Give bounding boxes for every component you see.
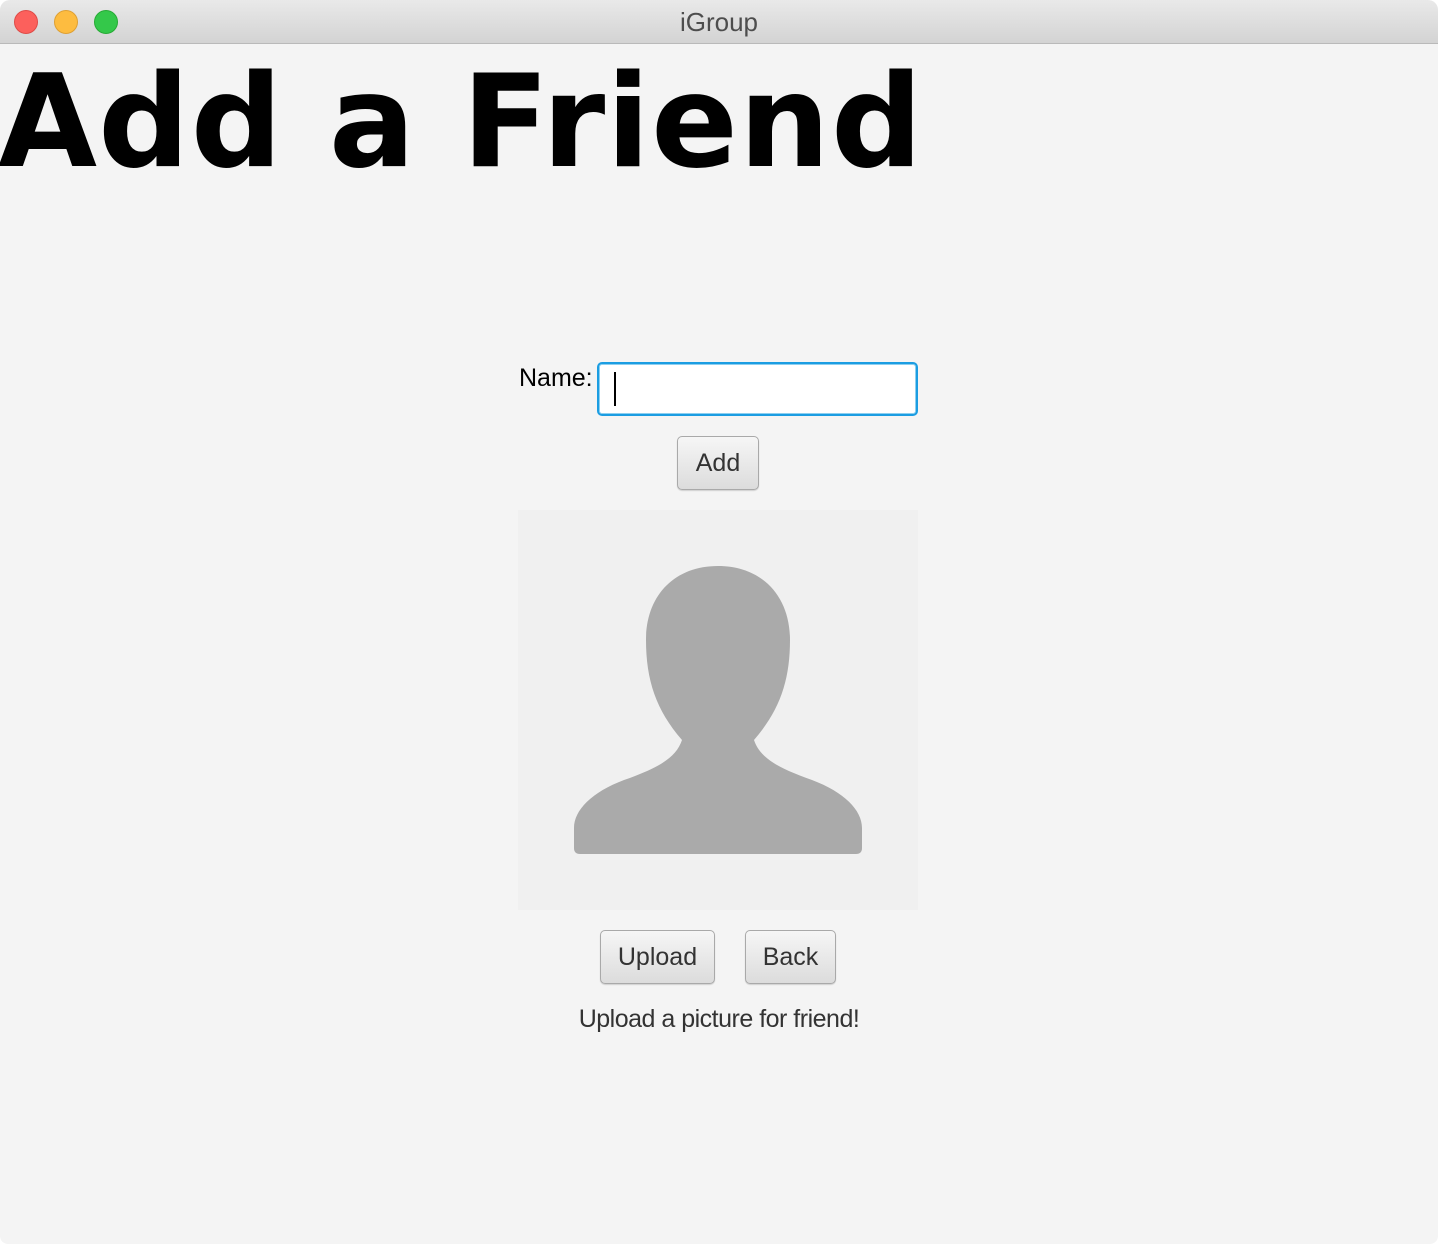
name-label: Name: bbox=[519, 364, 593, 392]
back-button[interactable]: Back bbox=[745, 930, 836, 984]
add-button[interactable]: Add bbox=[677, 436, 759, 490]
friend-picture bbox=[518, 510, 918, 910]
person-silhouette-icon bbox=[574, 566, 862, 854]
text-caret bbox=[614, 372, 616, 406]
upload-button[interactable]: Upload bbox=[600, 930, 715, 984]
page-title: Add a Friend bbox=[0, 48, 924, 197]
name-input[interactable] bbox=[597, 362, 918, 416]
title-bar[interactable]: iGroup bbox=[0, 0, 1438, 44]
upload-hint-text: Upload a picture for friend! bbox=[578, 1005, 860, 1033]
window-title: iGroup bbox=[679, 7, 759, 37]
app-window: iGroup Add a Friend Name: Add Upload Bac… bbox=[0, 0, 1438, 1244]
